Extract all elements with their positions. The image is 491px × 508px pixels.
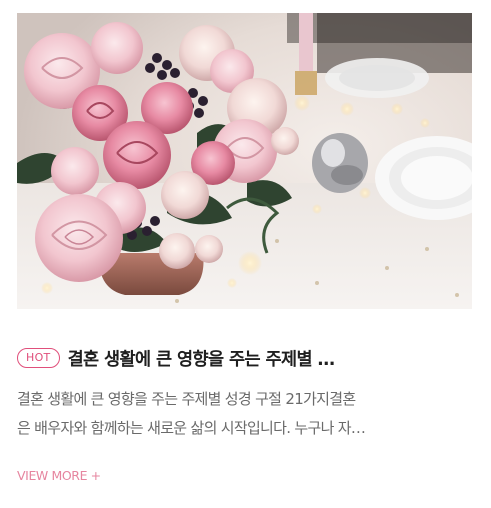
post-card: HOT 결혼 생활에 큰 영향을 주는 주제별 … 결혼 생활에 큰 영향을 주…: [0, 0, 491, 508]
post-summary-line: 결혼 생활에 큰 영향을 주는 주제별 성경 구절 21가지결혼: [17, 390, 356, 408]
hot-badge: HOT: [17, 348, 60, 368]
view-more-link[interactable]: VIEW MORE +: [17, 468, 101, 483]
post-title-row: HOT 결혼 생활에 큰 영향을 주는 주제별 …: [17, 343, 477, 373]
post-title-link[interactable]: 결혼 생활에 큰 영향을 주는 주제별 …: [68, 346, 335, 371]
post-summary: 결혼 생활에 큰 영향을 주는 주제별 성경 구절 21가지결혼 은 배우자와 …: [17, 385, 475, 443]
post-thumbnail-link[interactable]: [17, 13, 472, 309]
post-summary-line: 은 배우자와 함께하는 새로운 삶의 시작입니다. 누구나 자…: [17, 419, 366, 437]
post-thumbnail-image: [17, 13, 472, 309]
